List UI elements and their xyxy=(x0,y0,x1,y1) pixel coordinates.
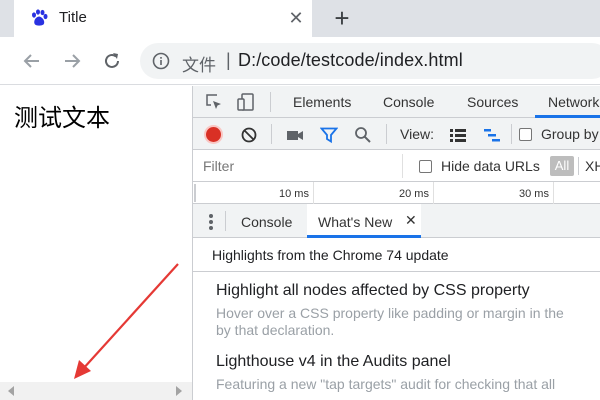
drawer-tab-whats-new[interactable]: What's New xyxy=(318,214,392,230)
url-separator: | xyxy=(226,50,231,70)
filter-divider xyxy=(578,157,579,175)
news-item-description: Hover over a CSS property like padding o… xyxy=(216,305,564,321)
tab-network[interactable]: Network xyxy=(548,94,599,110)
timeline-tick-label: 10 ms xyxy=(279,188,309,200)
timeline-tick-label: 20 ms xyxy=(399,188,429,200)
clear-icon[interactable] xyxy=(240,126,258,144)
whats-new-heading: Highlights from the Chrome 74 update xyxy=(212,247,449,263)
filter-input[interactable] xyxy=(195,154,403,178)
tab-strip: Title ✕ + xyxy=(0,0,600,37)
toolbar-divider xyxy=(271,124,272,144)
network-toolbar: View: Group by xyxy=(193,118,600,150)
filter-xhr-button[interactable]: XHR xyxy=(585,158,600,174)
toolbar-divider xyxy=(270,92,271,112)
toolbar-divider xyxy=(386,124,387,144)
video-camera-icon[interactable] xyxy=(286,126,304,144)
red-arrow-annotation xyxy=(74,263,179,379)
whats-new-list: Highlight all nodes affected by CSS prop… xyxy=(193,272,600,400)
filter-funnel-icon[interactable] xyxy=(320,126,338,144)
view-label: View: xyxy=(400,126,434,142)
network-timeline: 10 ms 20 ms 30 ms xyxy=(193,182,600,204)
reload-icon[interactable] xyxy=(100,49,124,73)
search-icon[interactable] xyxy=(354,126,372,144)
drawer-tab-console[interactable]: Console xyxy=(241,214,292,230)
hide-data-urls-label: Hide data URLs xyxy=(441,158,540,174)
url-text[interactable]: D:/code/testcode/index.html xyxy=(238,50,463,71)
tab-title: Title xyxy=(59,9,87,26)
news-item-title[interactable]: Highlight all nodes affected by CSS prop… xyxy=(216,282,530,300)
timeline-tick xyxy=(433,182,434,204)
filter-all-button[interactable]: All xyxy=(550,156,574,176)
device-toolbar-icon[interactable] xyxy=(237,93,255,111)
back-arrow-icon[interactable] xyxy=(20,49,44,73)
timeline-left-edge xyxy=(194,184,196,202)
record-icon[interactable] xyxy=(206,127,221,142)
group-by-label: Group by xyxy=(541,126,599,142)
toolbar-divider xyxy=(511,124,512,144)
news-item-description: by that declaration. xyxy=(216,322,335,338)
waterfall-overview-icon[interactable] xyxy=(483,126,501,144)
address-bar[interactable]: 文件 | D:/code/testcode/index.html xyxy=(140,43,600,79)
devtools-tabbar: Elements Console Sources Network xyxy=(193,86,600,118)
scroll-left-icon[interactable] xyxy=(8,386,14,396)
page-body-text: 测试文本 xyxy=(14,104,110,132)
devtools-panel: Elements Console Sources Network View: G… xyxy=(192,86,600,400)
news-item-description: Featuring a new "tap targets" audit for … xyxy=(216,376,556,392)
info-icon[interactable] xyxy=(152,52,170,70)
url-scheme-label: 文件 xyxy=(182,56,216,75)
close-tab-icon[interactable]: ✕ xyxy=(286,8,306,28)
tab-console[interactable]: Console xyxy=(383,94,434,110)
hide-data-urls-checkbox[interactable] xyxy=(419,160,432,173)
browser-tab[interactable]: Title ✕ xyxy=(14,0,312,37)
browser-toolbar: 文件 | D:/code/testcode/index.html xyxy=(0,37,600,85)
large-rows-icon[interactable] xyxy=(449,126,467,144)
whats-new-header: Highlights from the Chrome 74 update xyxy=(193,238,600,272)
new-tab-button[interactable]: + xyxy=(330,4,354,32)
baidu-paw-icon xyxy=(32,9,48,26)
horizontal-scrollbar[interactable] xyxy=(0,382,192,400)
timeline-tick xyxy=(553,182,554,204)
scroll-right-icon[interactable] xyxy=(176,386,182,396)
tab-elements[interactable]: Elements xyxy=(293,94,351,110)
news-item-title[interactable]: Lighthouse v4 in the Audits panel xyxy=(216,353,451,371)
close-drawer-tab-icon[interactable]: ✕ xyxy=(405,212,417,229)
drawer-tabbar: Console What's New ✕ xyxy=(193,204,600,238)
timeline-tick-label: 30 ms xyxy=(519,188,549,200)
tab-sources[interactable]: Sources xyxy=(467,94,518,110)
timeline-tick xyxy=(313,182,314,204)
filter-bar: Hide data URLs All XHR xyxy=(193,150,600,182)
forward-arrow-icon[interactable] xyxy=(60,49,84,73)
group-by-checkbox[interactable] xyxy=(519,128,532,141)
inspect-element-icon[interactable] xyxy=(205,93,223,111)
more-options-icon[interactable] xyxy=(209,214,213,230)
drawer-divider xyxy=(225,211,226,231)
